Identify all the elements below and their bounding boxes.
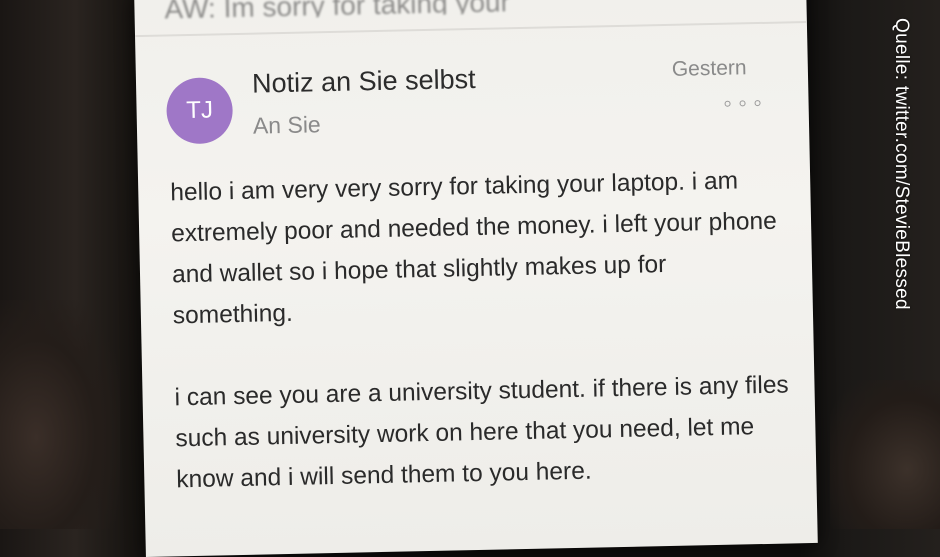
message-date: Gestern — [671, 56, 747, 81]
ellipsis-dot — [739, 100, 746, 107]
ellipsis-dot — [754, 100, 761, 107]
ellipsis-dot — [724, 100, 731, 107]
hand-left — [0, 300, 120, 529]
message-body: hello i am very very sorry for taking yo… — [170, 159, 798, 541]
message-paragraph: hello i am very very sorry for taking yo… — [170, 167, 777, 330]
ellipsis-icon[interactable] — [724, 98, 761, 109]
sender-name[interactable]: Notiz an Sie selbst — [252, 64, 476, 100]
hand-right — [830, 380, 940, 529]
avatar[interactable]: TJ — [165, 77, 234, 145]
divider — [135, 21, 807, 38]
phone-screen: AW: Im sorry for taking your TJ Notiz an… — [134, 0, 818, 557]
avatar-initials: TJ — [185, 96, 214, 125]
recipient-line[interactable]: An Sie — [253, 111, 321, 139]
previous-message-subject[interactable]: AW: Im sorry for taking your — [164, 0, 764, 20]
message-paragraph: i can see you are a university student. … — [174, 371, 789, 494]
source-watermark: Quelle: twitter.com/StevieBlessed — [891, 18, 912, 310]
